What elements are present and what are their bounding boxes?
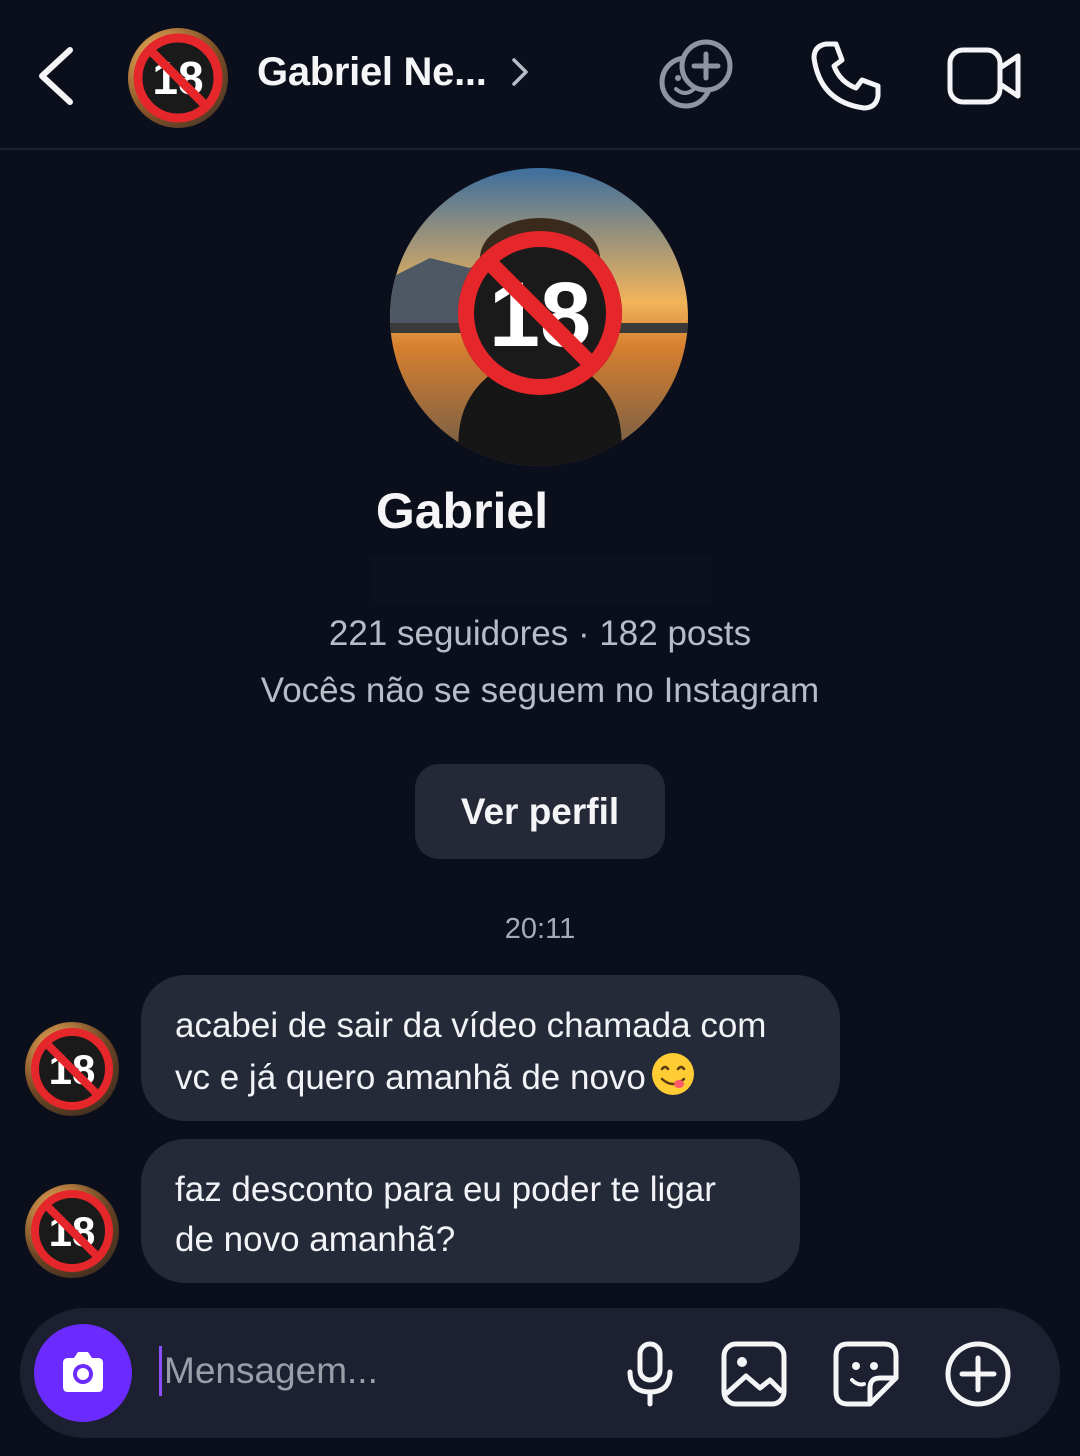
message-text: de novo amanhã? bbox=[175, 1220, 456, 1259]
header-title[interactable]: Gabriel Ne... bbox=[257, 46, 531, 98]
view-profile-button[interactable]: Ver perfil bbox=[415, 764, 665, 859]
username-redaction bbox=[370, 556, 712, 606]
message-text: vc e já quero amanhã de novo bbox=[175, 1058, 646, 1097]
camera-button[interactable] bbox=[34, 1324, 132, 1422]
message-timestamp: 20:11 bbox=[504, 913, 576, 945]
message-bubble[interactable]: acabei de sair da vídeo chamada com vc e… bbox=[141, 975, 840, 1121]
chat-header: 18 Gabriel Ne... bbox=[0, 0, 1080, 148]
age-restricted-icon: 18 bbox=[133, 33, 223, 123]
chevron-right-icon[interactable] bbox=[509, 55, 531, 89]
phone-icon[interactable] bbox=[806, 36, 886, 116]
add-icon[interactable] bbox=[942, 1338, 1014, 1410]
profile-name: Gabriel bbox=[0, 482, 1080, 540]
camera-icon bbox=[63, 1352, 103, 1392]
profile-name-text: Gabriel bbox=[375, 483, 549, 539]
follow-status: Vocês não se seguem no Instagram bbox=[260, 671, 820, 710]
text-caret bbox=[159, 1346, 162, 1396]
sender-avatar[interactable]: 18 bbox=[25, 1022, 119, 1116]
profile-stats: 221 seguidores · 182 posts bbox=[328, 614, 752, 653]
gallery-icon[interactable] bbox=[718, 1338, 790, 1410]
header-divider bbox=[0, 148, 1080, 150]
effects-icon[interactable] bbox=[656, 36, 736, 116]
sticker-icon[interactable] bbox=[830, 1338, 902, 1410]
microphone-icon[interactable] bbox=[614, 1338, 686, 1410]
message-text: acabei de sair da vídeo chamada com bbox=[175, 1006, 767, 1045]
contact-name[interactable]: Gabriel Ne... bbox=[257, 50, 487, 95]
video-icon[interactable] bbox=[944, 36, 1024, 116]
back-icon[interactable] bbox=[30, 42, 90, 110]
message-input[interactable] bbox=[164, 1340, 584, 1402]
profile-photo: 18 bbox=[390, 168, 688, 466]
age-restricted-icon: 18 bbox=[31, 1028, 113, 1110]
profile-avatar[interactable]: 18 bbox=[390, 168, 688, 466]
yum-emoji-icon bbox=[651, 1053, 694, 1095]
message-text: faz desconto para eu poder te ligar bbox=[175, 1170, 716, 1209]
redaction-mask bbox=[554, 492, 705, 537]
age-restricted-icon: 18 bbox=[31, 1190, 113, 1272]
header-avatar[interactable]: 18 bbox=[128, 28, 228, 128]
message-bubble[interactable]: faz desconto para eu poder te ligar de n… bbox=[141, 1139, 800, 1283]
sender-avatar[interactable]: 18 bbox=[25, 1184, 119, 1278]
